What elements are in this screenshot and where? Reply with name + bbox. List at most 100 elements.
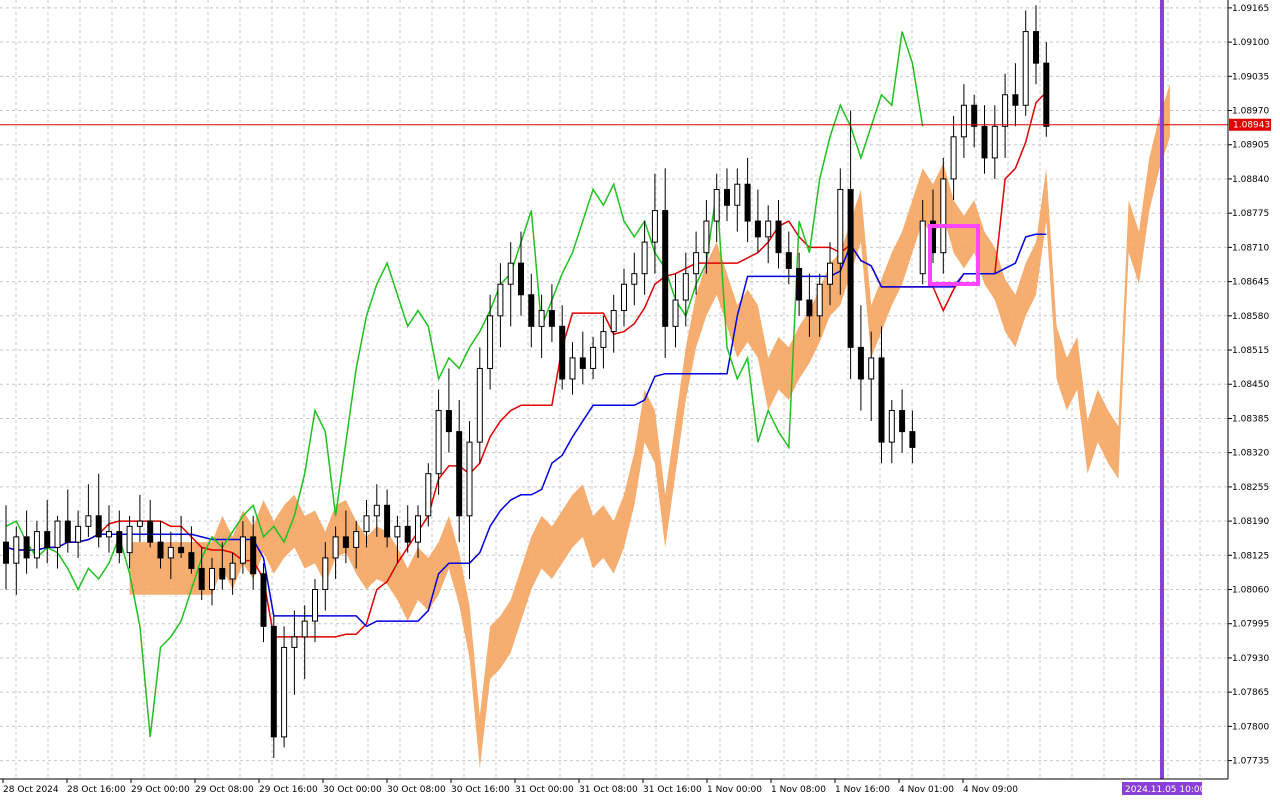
candle-body xyxy=(971,104,978,127)
candle-body xyxy=(713,188,720,222)
y-tick-label: 1.07800 xyxy=(1232,722,1269,732)
candle-body xyxy=(260,573,267,627)
x-tick-label: 29 Oct 08:00 xyxy=(195,785,254,795)
candle-body xyxy=(847,188,854,348)
x-tick-label: 30 Oct 00:00 xyxy=(323,785,382,795)
candle-body xyxy=(682,273,689,301)
candle-body xyxy=(940,178,947,254)
x-tick-label: 31 Oct 08:00 xyxy=(579,785,638,795)
candle-body xyxy=(384,504,391,538)
candle-body xyxy=(816,283,823,317)
candle-body xyxy=(888,410,895,443)
candle-body xyxy=(85,515,92,527)
candle-body xyxy=(559,325,566,380)
y-tick-label: 1.08190 xyxy=(1232,517,1269,527)
candle-body xyxy=(188,552,195,569)
candle-body xyxy=(301,620,308,638)
y-tick-label: 1.07995 xyxy=(1232,620,1269,630)
candle-body xyxy=(394,525,401,538)
ichimoku-chart[interactable]: 1.08943 2024.11.05 10:00 1.09165 1.09100 1.… xyxy=(0,0,1280,800)
x-tick-label: 31 Oct 00:00 xyxy=(515,785,574,795)
candle-body xyxy=(281,646,288,738)
candle-body xyxy=(899,410,906,433)
x-tick-label: 1 Nov 08:00 xyxy=(771,785,826,795)
candle-body xyxy=(126,525,133,554)
x-tick-label: 29 Oct 00:00 xyxy=(131,785,190,795)
candle-body xyxy=(693,252,700,275)
x-tick-label: 31 Oct 16:00 xyxy=(643,785,702,795)
y-tick-label: 1.08970 xyxy=(1232,107,1269,117)
candle-body xyxy=(3,541,9,564)
candle-body xyxy=(445,410,452,433)
candle-body xyxy=(1043,62,1050,127)
candle-body xyxy=(239,536,246,564)
candle-body xyxy=(13,536,20,564)
candle-body xyxy=(219,567,226,580)
candle-body xyxy=(960,104,967,138)
candle-body xyxy=(507,262,514,285)
candle-body xyxy=(44,531,51,548)
candle-body xyxy=(157,541,164,559)
candle-body xyxy=(827,262,833,285)
y-tick-label: 1.09100 xyxy=(1232,38,1269,48)
candle-body xyxy=(95,515,102,538)
candle-body xyxy=(342,536,349,548)
y-tick-label: 1.07930 xyxy=(1232,654,1269,664)
candle-body xyxy=(75,525,82,543)
y-tick-label: 1.08775 xyxy=(1232,209,1269,219)
candle-body xyxy=(415,515,421,543)
y-tick-label: 1.07735 xyxy=(1232,757,1269,767)
candle-body xyxy=(981,125,988,159)
candle-body xyxy=(950,136,957,180)
candle-body xyxy=(857,346,864,380)
candle-body xyxy=(837,188,844,264)
candle-body xyxy=(1012,94,1019,106)
candle-body xyxy=(868,357,875,380)
candle-body xyxy=(518,262,524,296)
current-price-label: 1.08943 xyxy=(1233,121,1270,131)
candle-body xyxy=(270,625,277,738)
y-tick-label: 1.08255 xyxy=(1232,483,1269,493)
candle-body xyxy=(353,531,360,548)
y-tick-label: 1.08515 xyxy=(1232,346,1269,356)
candle-body xyxy=(796,267,803,301)
candle-body xyxy=(456,431,463,517)
candle-body xyxy=(1022,31,1029,106)
candle-body xyxy=(991,125,998,159)
candle-body xyxy=(662,210,669,327)
candle-body xyxy=(641,241,648,275)
y-tick-label: 1.08125 xyxy=(1232,551,1269,561)
x-tick-label: 29 Oct 16:00 xyxy=(259,785,318,795)
y-tick-label: 1.08645 xyxy=(1232,278,1269,288)
candle-body xyxy=(23,536,30,559)
candle-body xyxy=(404,525,411,543)
candle-body xyxy=(610,310,617,333)
candle-body xyxy=(909,431,916,448)
candle-body xyxy=(54,520,61,548)
candle-body xyxy=(466,441,473,517)
candle-body xyxy=(631,273,638,285)
candle-body xyxy=(579,357,586,369)
candle-body xyxy=(497,283,504,317)
y-tick-label: 1.08385 xyxy=(1232,414,1269,424)
candle-body xyxy=(1033,31,1039,64)
candle-body xyxy=(322,557,329,591)
candle-body xyxy=(106,531,112,538)
candle-body xyxy=(775,220,782,254)
candle-body xyxy=(425,473,432,517)
y-tick-label: 1.08905 xyxy=(1232,141,1269,151)
x-tick-label: 4 Nov 01:00 xyxy=(899,785,954,795)
candle-body xyxy=(373,504,380,517)
candle-body xyxy=(167,546,174,559)
candle-body xyxy=(785,252,792,269)
candle-body xyxy=(806,299,813,317)
candle-body xyxy=(621,283,627,312)
x-tick-label: 1 Nov 16:00 xyxy=(835,785,890,795)
candle-body xyxy=(116,531,123,554)
candle-body xyxy=(136,520,143,527)
candle-body xyxy=(651,210,658,243)
candle-body xyxy=(312,589,318,622)
candle-body xyxy=(672,299,679,327)
candle-body xyxy=(147,520,154,543)
candle-body xyxy=(178,546,185,554)
